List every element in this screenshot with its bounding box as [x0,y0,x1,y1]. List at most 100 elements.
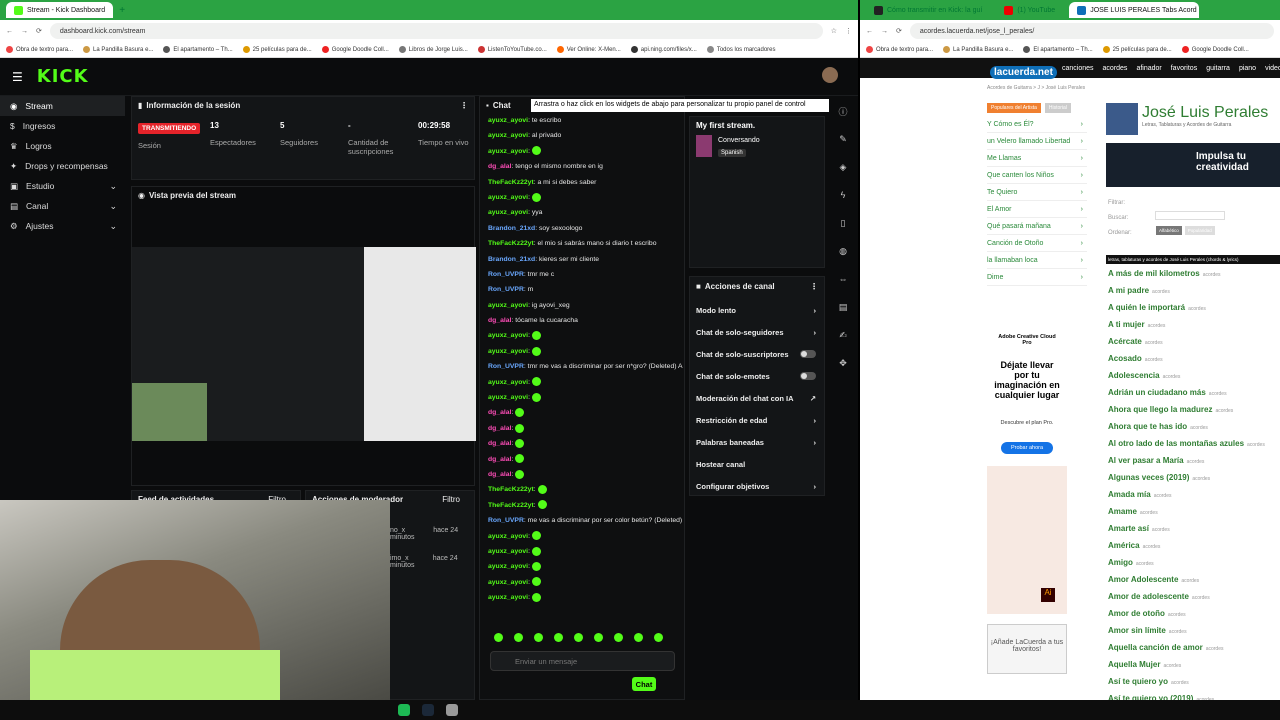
chat-username[interactable]: dg_alal [488,471,511,478]
url-input[interactable]: acordes.lacuerda.net/jose_l_perales/ [909,23,1274,39]
song-link[interactable]: Amor sin límite acordes [1108,622,1280,639]
song-link[interactable]: Amigo acordes [1108,554,1280,571]
new-tab-icon[interactable]: + [119,5,125,16]
bookmark-item[interactable]: Obra de textro para... [6,46,73,53]
nav-canciones[interactable]: canciones [1062,65,1094,72]
star-icon[interactable]: ☆ [831,27,837,35]
bookmark-item[interactable]: Todos los marcadores [706,46,776,53]
chat-username[interactable]: Ron_UVPR [488,517,524,524]
lacuerda-logo[interactable]: lacuerda.net [990,66,1057,79]
bookmark-item[interactable]: ListenToYouTube.co... [477,46,547,53]
order-alpha[interactable]: Alfabético [1156,226,1182,235]
chat-bubble-icon[interactable]: ◍ [834,242,852,260]
bookmark-item[interactable]: 25 películas para de... [1102,46,1172,53]
chat-username[interactable]: ayuxz_ayovi [488,117,528,124]
bookmark-item[interactable]: Libros de Jorge Luis... [398,46,468,53]
popular-song-link[interactable]: Canción de Otoño › [987,235,1087,252]
song-link[interactable]: Acosado acordes [1108,350,1280,367]
user-avatar[interactable] [822,67,838,83]
song-link[interactable]: Así te quiero yo acordes [1108,673,1280,690]
edit-icon[interactable]: ✎ [834,130,852,148]
song-link[interactable]: A ti mujer acordes [1108,316,1280,333]
song-link[interactable]: Amor Adolescente acordes [1108,571,1280,588]
song-link[interactable]: Así te quiero yo (2019) acordes [1108,690,1280,700]
popular-song-link[interactable]: El Amor › [987,201,1087,218]
chat-username[interactable]: Brandon_21xd [488,256,535,263]
song-link[interactable]: Amarte así acordes [1108,520,1280,537]
url-input[interactable]: dashboard.kick.com/stream [49,23,823,39]
more-icon[interactable]: ⋮ [810,282,818,291]
poll-icon[interactable]: ▤ [834,298,852,316]
camera-icon[interactable]: ◈ [834,158,852,176]
info-icon[interactable]: ⓘ [834,102,852,120]
channel-action-hostear-canal[interactable]: Hostear canal [690,453,824,475]
bookmark-item[interactable]: api.ning.com/files/x... [630,46,697,53]
spotify-icon[interactable] [398,704,410,716]
bookmark-item[interactable]: La Pandilla Basura e... [943,46,1013,53]
bolt-icon[interactable]: ϟ [834,186,852,204]
extensions-icon[interactable]: ⋮ [845,27,852,35]
forward-icon[interactable]: → [21,28,28,35]
doc-icon[interactable]: ▯ [834,214,852,232]
chat-username[interactable]: ayuxz_ayovi [488,533,528,540]
emote-picker-icon[interactable] [514,633,523,642]
channel-action-chat-de-solo-seguidores[interactable]: Chat de solo-seguidores › [690,321,824,343]
reload-icon[interactable]: ⟳ [36,27,42,35]
song-link[interactable]: Acércate acordes [1108,333,1280,350]
steam-icon[interactable] [422,704,434,716]
popular-song-link[interactable]: la llamaban loca › [987,252,1087,269]
bookmark-item[interactable]: La Pandilla Basura e... [83,46,153,53]
chat-username[interactable]: dg_alal [488,317,511,324]
bookmark-item[interactable]: El apartamento – Th... [1023,46,1093,53]
chat-username[interactable]: ayuxz_ayovi [488,579,528,586]
back-icon[interactable]: ← [866,28,873,35]
sidebar-item-stream[interactable]: ◉ Stream [0,96,125,116]
moderator-filter-button[interactable]: Filtro [442,495,460,504]
add-favorites-box[interactable]: ¡Añade LaCuerda a tus favoritos! [987,624,1067,674]
emote-picker-icon[interactable] [634,633,643,642]
nav-favoritos[interactable]: favoritos [1171,65,1197,72]
emote-picker-icon[interactable] [594,633,603,642]
adobe-banner-ad[interactable]: Impulsa tu creatividad [1106,143,1280,187]
chat-username[interactable]: Ron_UVPR [488,271,524,278]
sidebar-item-drops[interactable]: ✦ Drops y recompensas [0,156,125,176]
adobe-ad[interactable]: Adobe Creative Cloud Pro Déjate llevar p… [987,314,1067,614]
channel-action-moderaci-n-del-chat-con-ia[interactable]: Moderación del chat con IA ↗ [690,387,824,409]
chat-username[interactable]: dg_alal [488,456,511,463]
chat-username[interactable]: TheFacKz22yt [488,179,534,186]
sidebar-item-ingresos[interactable]: $ Ingresos [0,116,125,136]
popular-song-link[interactable]: un Velero llamado Libertad › [987,133,1087,150]
sidebar-item-canal[interactable]: ▤ Canal ⌄ [0,196,125,216]
bookmark-item[interactable]: 25 películas para de... [242,46,312,53]
send-chat-button[interactable]: Chat [632,677,656,691]
bookmark-item[interactable]: Google Doodle Coll... [321,46,389,53]
song-link[interactable]: Adolescencia acordes [1108,367,1280,384]
song-link[interactable]: Ahora que llego la madurez acordes [1108,401,1280,418]
chat-username[interactable]: Ron_UVPR [488,363,524,370]
kick-logo[interactable]: KICK [37,66,89,87]
nav-afinador[interactable]: afinador [1136,65,1161,72]
stream-preview-video[interactable] [132,247,476,441]
chat-username[interactable]: ayuxz_ayovi [488,302,528,309]
try-now-button[interactable]: Probar ahora [1001,442,1053,454]
link-icon[interactable]: ⇔ [834,270,852,288]
search-field[interactable] [1155,211,1225,220]
song-link[interactable]: Algunas veces (2019) acordes [1108,469,1280,486]
emote-picker-icon[interactable] [654,633,663,642]
nav-acordes[interactable]: acordes [1103,65,1128,72]
emote-picker-icon[interactable] [534,633,543,642]
song-link[interactable]: Amada mía acordes [1108,486,1280,503]
song-link[interactable]: Amor de adolescente acordes [1108,588,1280,605]
browser-tab[interactable]: Cómo transmitir en Kick: la guí [866,2,990,18]
sidebar-item-ajustes[interactable]: ⚙ Ajustes ⌄ [0,216,125,236]
order-popular[interactable]: Popularidad [1184,226,1215,235]
song-link[interactable]: América acordes [1108,537,1280,554]
nav-guitarra[interactable]: guitarra [1206,65,1230,72]
forward-icon[interactable]: → [881,28,888,35]
chat-username[interactable]: ayuxz_ayovi [488,132,528,139]
drag-icon[interactable]: ✥ [834,354,852,372]
bookmark-item[interactable]: El apartamento – Th... [163,46,233,53]
chat-username[interactable]: ayuxz_ayovi [488,594,528,601]
channel-action-modo-lento[interactable]: Modo lento › [690,299,824,321]
popular-song-link[interactable]: Que canten los Niños › [987,167,1087,184]
